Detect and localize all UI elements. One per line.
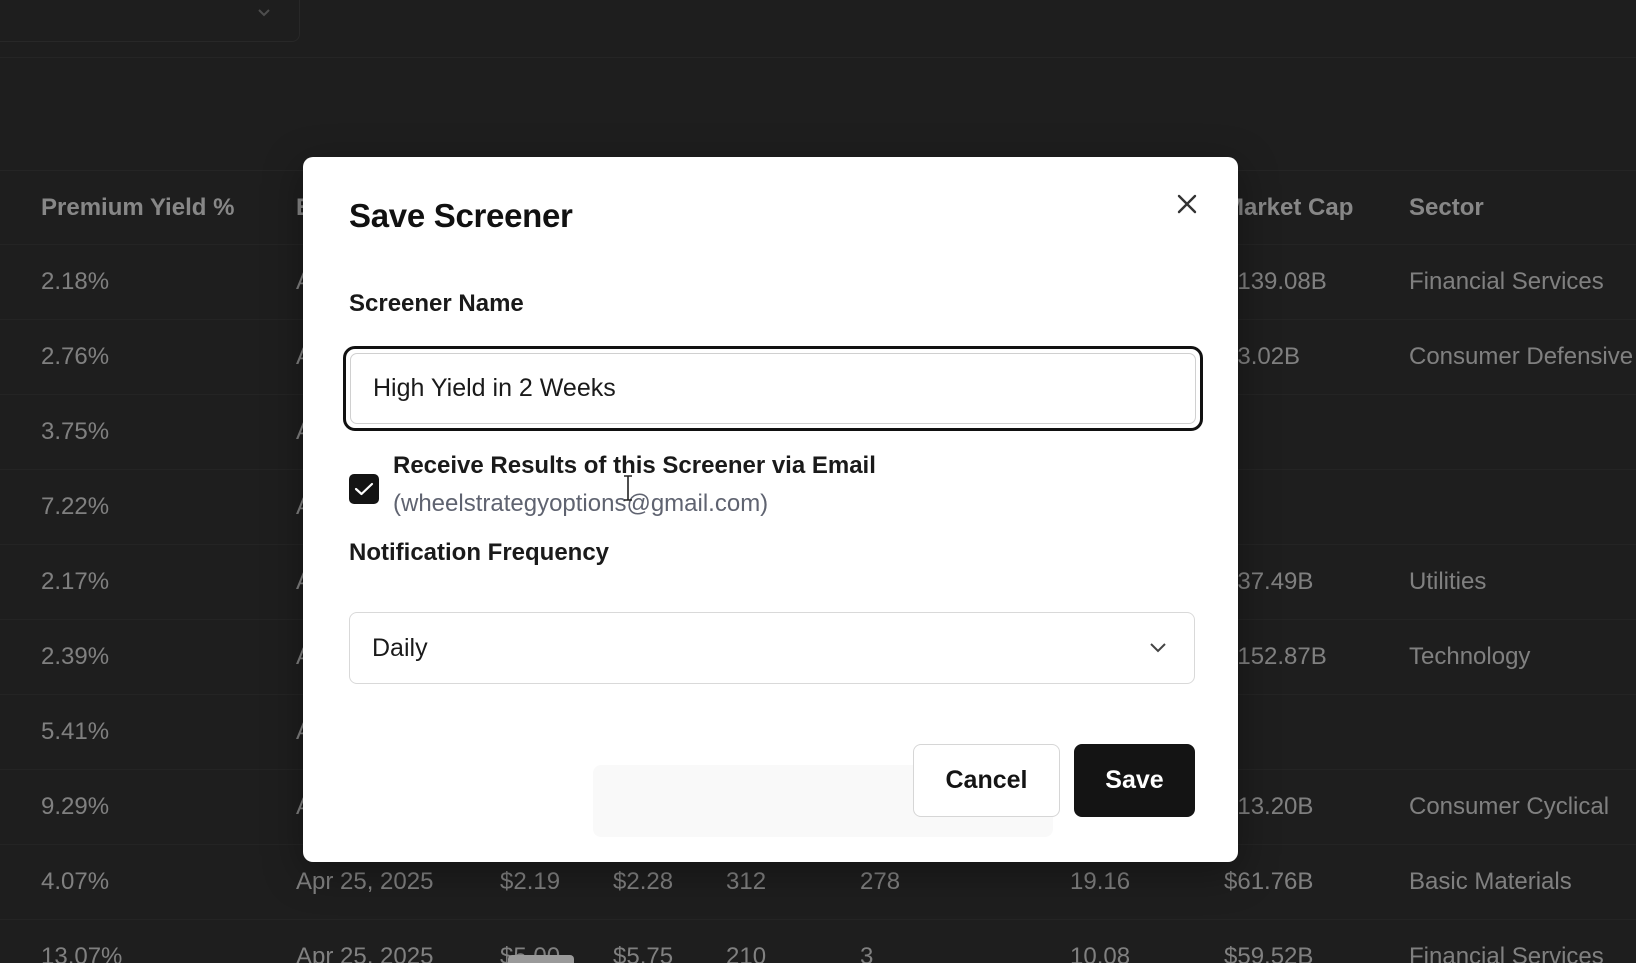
close-icon	[1177, 194, 1197, 214]
check-icon	[354, 482, 374, 496]
table-cell: Basic Materials	[1409, 868, 1572, 895]
chevron-down-icon	[258, 9, 270, 17]
table-cell: 210	[726, 943, 767, 963]
column-header[interactable]: Sector	[1409, 171, 1484, 245]
table-cell: 2.18%	[41, 268, 110, 295]
table-cell: 13.07%	[41, 943, 123, 963]
table-cell: Technology	[1409, 643, 1531, 670]
save-screener-dialog: Save Screener Screener Name Receive Resu…	[303, 157, 1238, 862]
divider	[0, 57, 1636, 58]
table-cell: 9.29%	[41, 793, 110, 820]
table-cell: 2.39%	[41, 643, 110, 670]
save-button[interactable]: Save	[1074, 744, 1195, 817]
table-cell: $152.87B	[1224, 643, 1327, 670]
screener-name-label: Screener Name	[349, 290, 524, 317]
table-cell: 2.76%	[41, 343, 110, 370]
horizontal-scrollbar[interactable]	[508, 955, 574, 963]
table-cell: 3	[860, 943, 874, 963]
email-checkbox-label[interactable]: Receive Results of this Screener via Ema…	[393, 452, 876, 480]
table-cell: $139.08B	[1224, 268, 1327, 295]
top-dropdown[interactable]	[0, 0, 300, 42]
table-cell: Consumer Cyclical	[1409, 793, 1610, 820]
notification-frequency-label: Notification Frequency	[349, 539, 610, 566]
table-cell: 3.75%	[41, 418, 110, 445]
table-cell: Utilities	[1409, 568, 1487, 595]
table-cell: $5.75	[613, 943, 674, 963]
table-cell: 7.22%	[41, 493, 110, 520]
chevron-down-icon	[1150, 643, 1166, 653]
cancel-button[interactable]: Cancel	[913, 744, 1060, 817]
table-cell: 10.08	[1070, 943, 1131, 963]
table-cell: $61.76B	[1224, 868, 1314, 895]
email-address-text: (wheelstrategyoptions@gmail.com)	[393, 490, 769, 517]
table-cell: Financial Services	[1409, 268, 1604, 295]
table-cell: 4.07%	[41, 868, 110, 895]
notification-frequency-select[interactable]: Daily	[349, 612, 1195, 684]
table-cell: $59.52B	[1224, 943, 1314, 963]
table-cell: Apr 25, 2025	[296, 943, 434, 963]
table-cell: 2.17%	[41, 568, 110, 595]
column-header[interactable]: Market Cap	[1224, 171, 1353, 245]
text-cursor-icon	[624, 475, 632, 501]
email-results-checkbox[interactable]	[349, 474, 379, 504]
screener-name-focus-ring	[343, 346, 1203, 431]
table-cell: Consumer Defensive	[1409, 343, 1634, 370]
selected-frequency: Daily	[372, 634, 428, 662]
dialog-title: Save Screener	[349, 197, 573, 234]
table-cell: Financial Services	[1409, 943, 1604, 963]
close-button[interactable]	[1172, 189, 1202, 219]
screener-name-input[interactable]	[350, 353, 1196, 424]
column-header[interactable]: Premium Yield %	[41, 171, 234, 245]
table-row[interactable]: 13.07% Apr 25, 2025 $5.00 $5.75 210 3 10.08 $59…	[0, 920, 1636, 963]
table-cell: 5.41%	[41, 718, 110, 745]
